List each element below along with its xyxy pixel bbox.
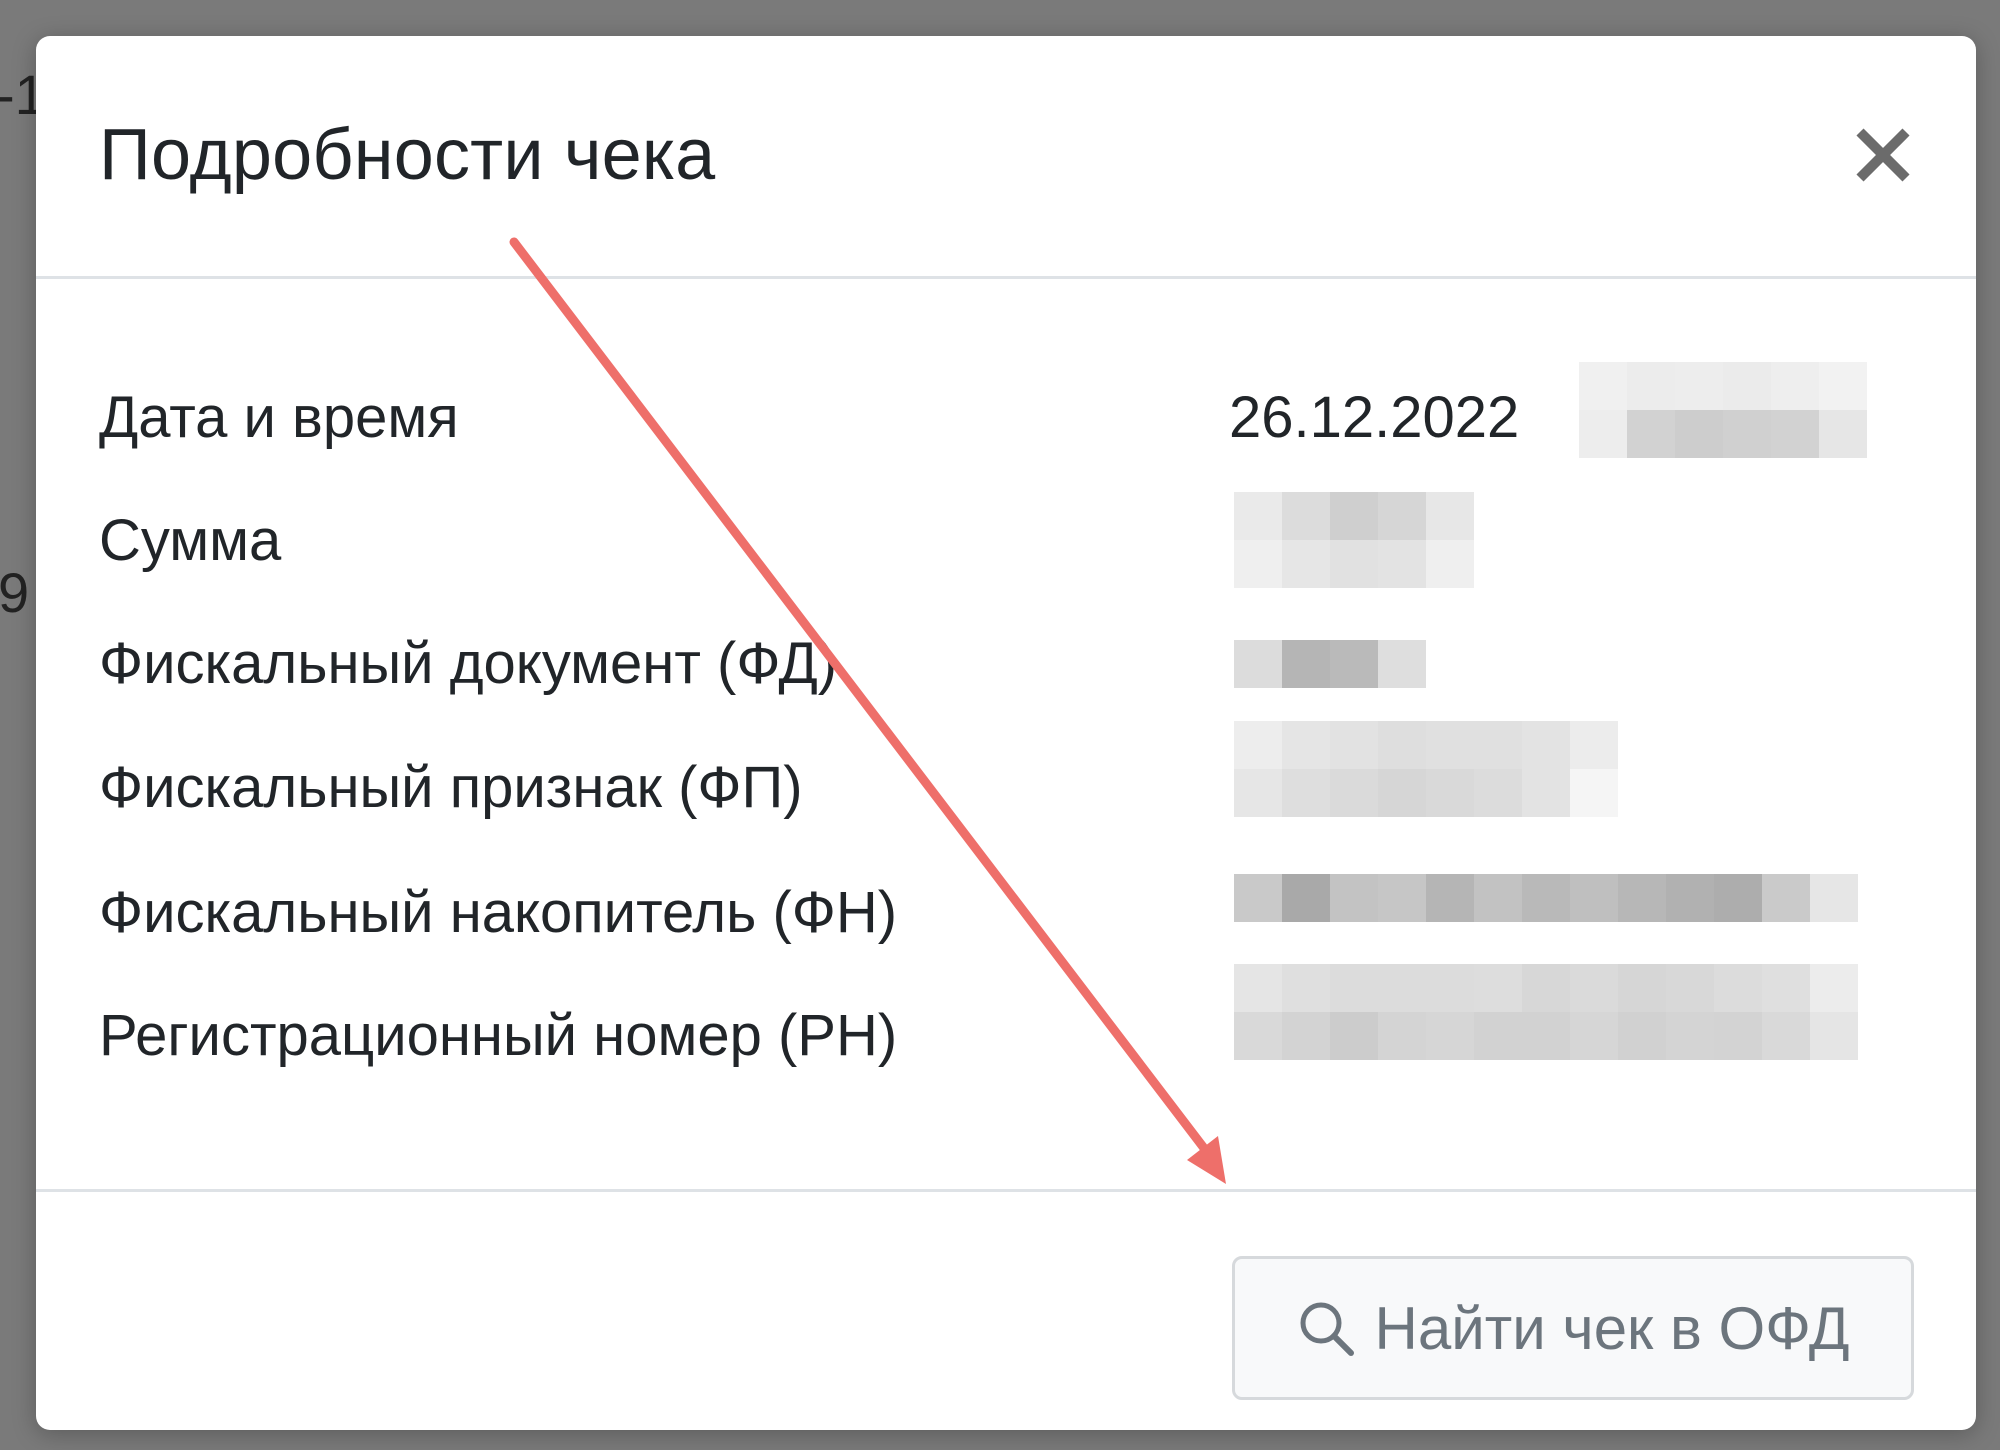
- redacted-value: [1234, 874, 1858, 922]
- detail-row-datetime: Дата и время 26.12.2022: [99, 362, 1916, 474]
- detail-value-date: 26.12.2022: [1229, 385, 1520, 450]
- detail-label: Фискальный документ (ФД): [99, 631, 838, 696]
- detail-row-fiscal-sign: Фискальный признак (ФП): [99, 721, 1916, 844]
- redacted-value: [1234, 721, 1618, 817]
- modal-body: Дата и время 26.12.2022 Сумма Фискальный…: [36, 279, 1976, 1189]
- close-icon: [1856, 128, 1910, 182]
- detail-label: Регистрационный номер (РН): [99, 1003, 898, 1068]
- redacted-value: [1234, 492, 1474, 588]
- find-button-label: Найти чек в ОФД: [1374, 1294, 1850, 1362]
- receipt-details-modal: Подробности чека Дата и время 26.12.2022…: [36, 36, 1976, 1430]
- search-icon: [1300, 1302, 1354, 1356]
- modal-title: Подробности чека: [99, 115, 716, 195]
- detail-label: Сумма: [99, 508, 282, 573]
- close-button[interactable]: [1850, 122, 1916, 188]
- detail-row-fiscal-document: Фискальный документ (ФД): [99, 620, 1916, 720]
- redacted-value: [1234, 964, 1858, 1060]
- detail-row-amount: Сумма: [99, 492, 1916, 597]
- modal-header: Подробности чека: [36, 36, 1976, 279]
- redacted-time: [1579, 362, 1867, 458]
- detail-row-registration-number: Регистрационный номер (РН): [99, 964, 1916, 1092]
- redacted-value: [1234, 640, 1426, 688]
- detail-row-fiscal-storage: Фискальный накопитель (ФН): [99, 869, 1916, 969]
- find-receipt-ofd-button[interactable]: Найти чек в ОФД: [1232, 1256, 1914, 1400]
- detail-label: Дата и время: [99, 385, 459, 450]
- backdrop-text-fragment-mid: 9: [0, 561, 30, 624]
- detail-label: Фискальный признак (ФП): [99, 755, 803, 820]
- detail-label: Фискальный накопитель (ФН): [99, 880, 898, 945]
- modal-footer: Найти чек в ОФД: [36, 1189, 1976, 1430]
